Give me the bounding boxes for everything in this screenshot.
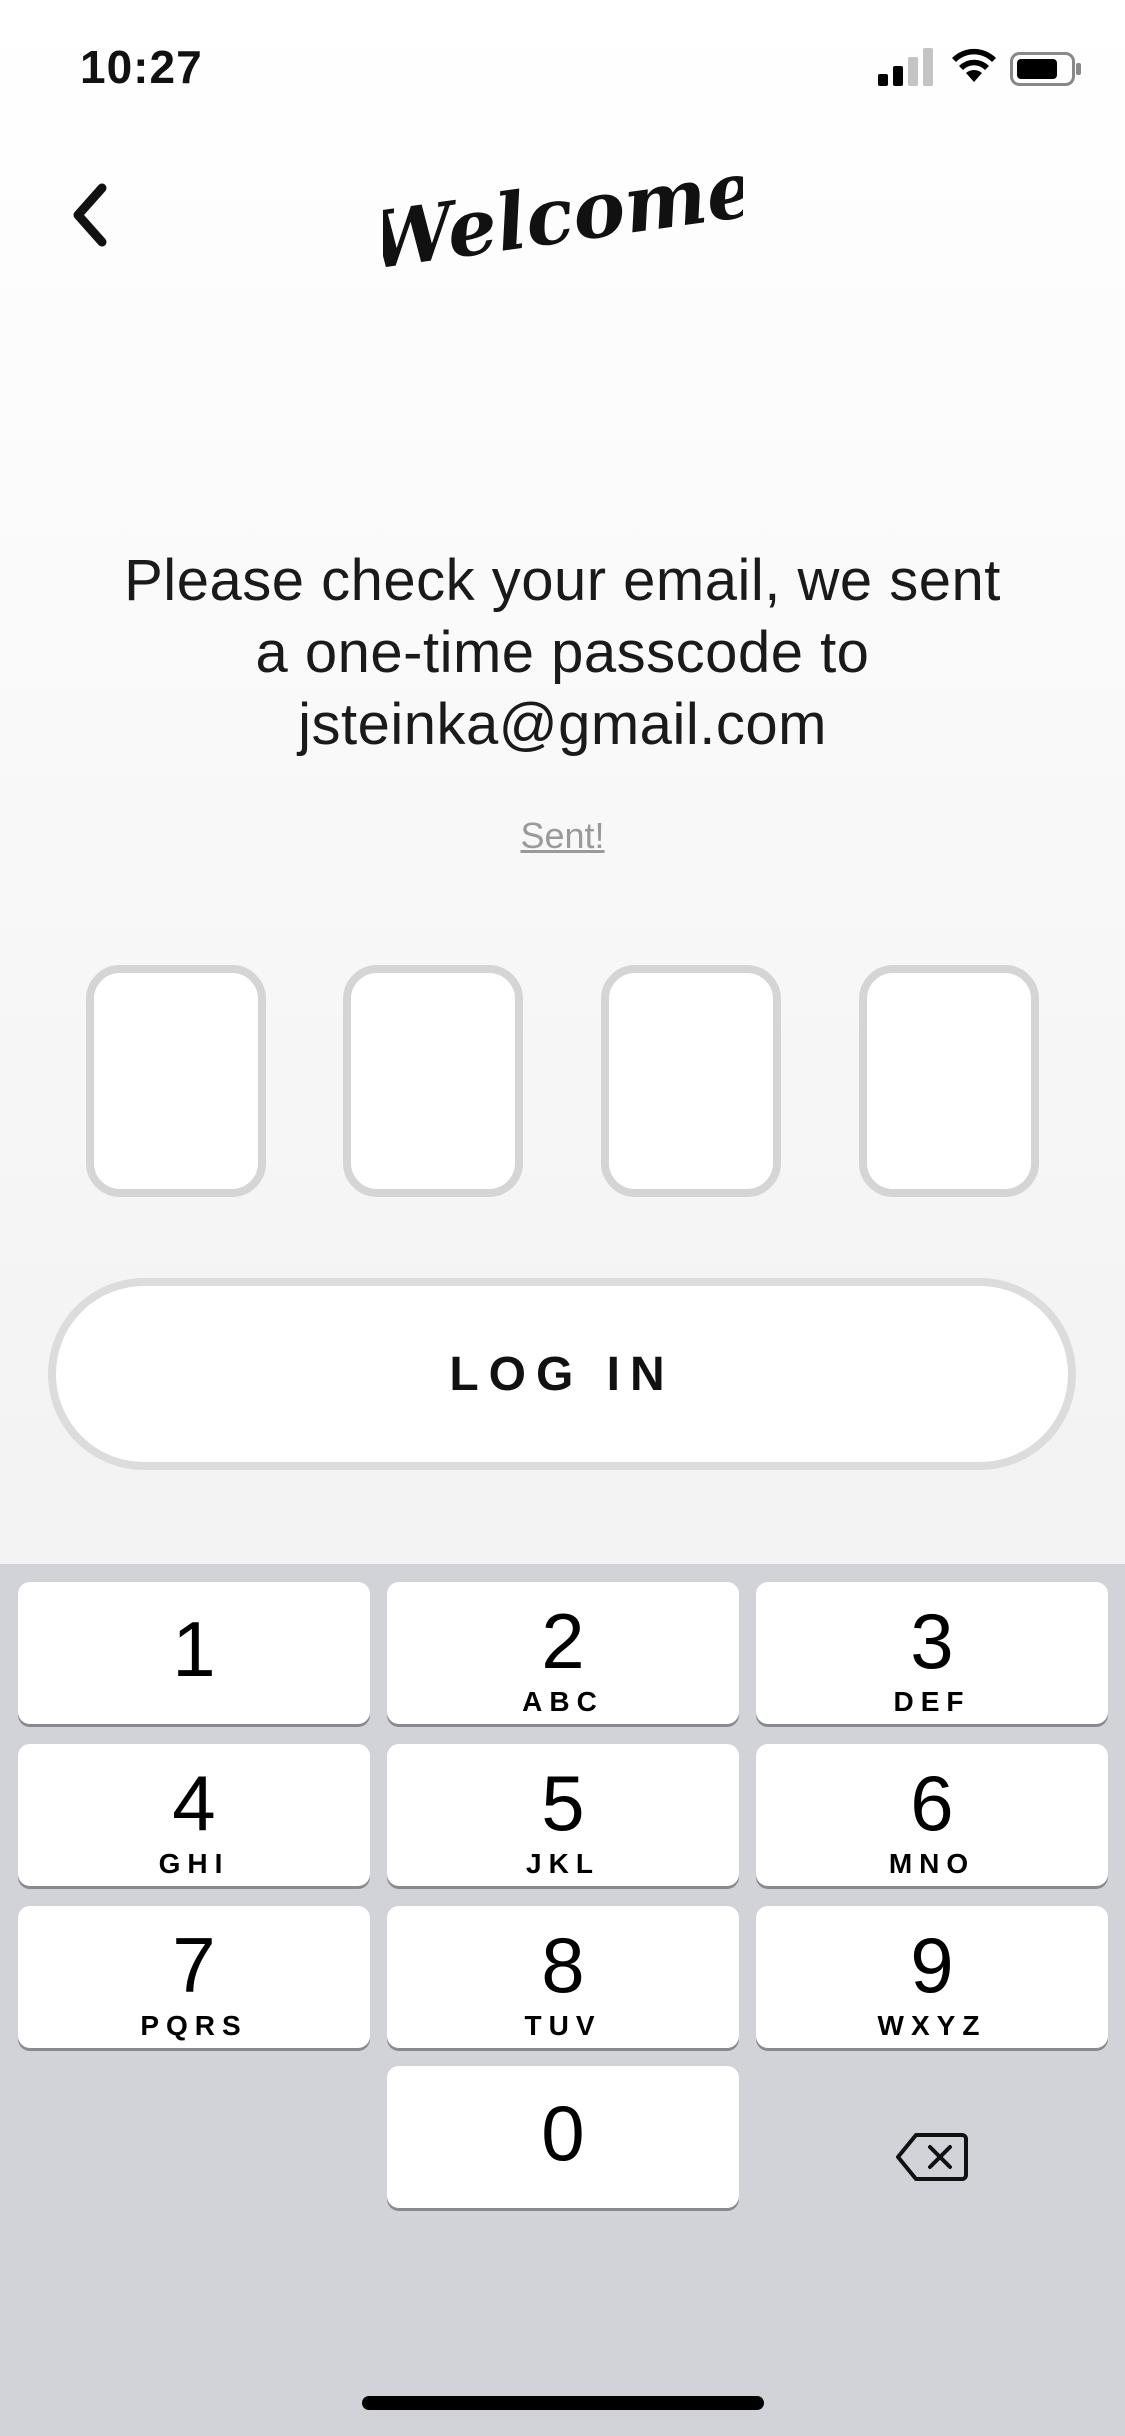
key-4[interactable]: 4 GHI (18, 1744, 370, 1886)
key-2[interactable]: 2 ABC (387, 1582, 739, 1724)
numeric-keypad: 1 2 ABC 3 DEF 4 GHI 5 JKL 6 MNO 7 PQRS 8… (0, 1564, 1125, 2436)
delete-key[interactable] (756, 2086, 1108, 2228)
sent-link[interactable]: Sent! (0, 815, 1125, 857)
passcode-box-1[interactable] (86, 965, 266, 1197)
status-bar: 10:27 (0, 0, 1125, 132)
passcode-box-3[interactable] (601, 965, 781, 1197)
backspace-icon (896, 2133, 968, 2181)
login-code-screen: 10:27 Welcome Please check your email, w… (0, 0, 1125, 2436)
key-1[interactable]: 1 (18, 1582, 370, 1724)
email-address: jsteinka@gmail.com (298, 692, 827, 757)
cellular-signal-icon (878, 48, 933, 86)
key-5[interactable]: 5 JKL (387, 1744, 739, 1886)
home-indicator (362, 2396, 764, 2410)
message-line: a one-time passcode to (255, 620, 870, 685)
key-8[interactable]: 8 TUV (387, 1906, 739, 2048)
key-6[interactable]: 6 MNO (756, 1744, 1108, 1886)
key-9[interactable]: 9 WXYZ (756, 1906, 1108, 2048)
key-3[interactable]: 3 DEF (756, 1582, 1108, 1724)
message-line: Please check your email, we sent (124, 548, 1001, 613)
logo-text: Welcome (383, 150, 743, 288)
key-0[interactable]: 0 (387, 2066, 739, 2208)
instruction-message: Please check your email, we sent a one-t… (60, 545, 1065, 761)
key-7[interactable]: 7 PQRS (18, 1906, 370, 2048)
passcode-box-4[interactable] (859, 965, 1039, 1197)
battery-icon (1010, 52, 1081, 86)
status-time: 10:27 (80, 41, 203, 93)
login-button[interactable]: LOG IN (48, 1278, 1076, 1470)
passcode-box-2[interactable] (343, 965, 523, 1197)
wifi-icon (952, 48, 996, 82)
passcode-input-group (86, 965, 1039, 1197)
welcome-logo: Welcome (0, 150, 1125, 290)
